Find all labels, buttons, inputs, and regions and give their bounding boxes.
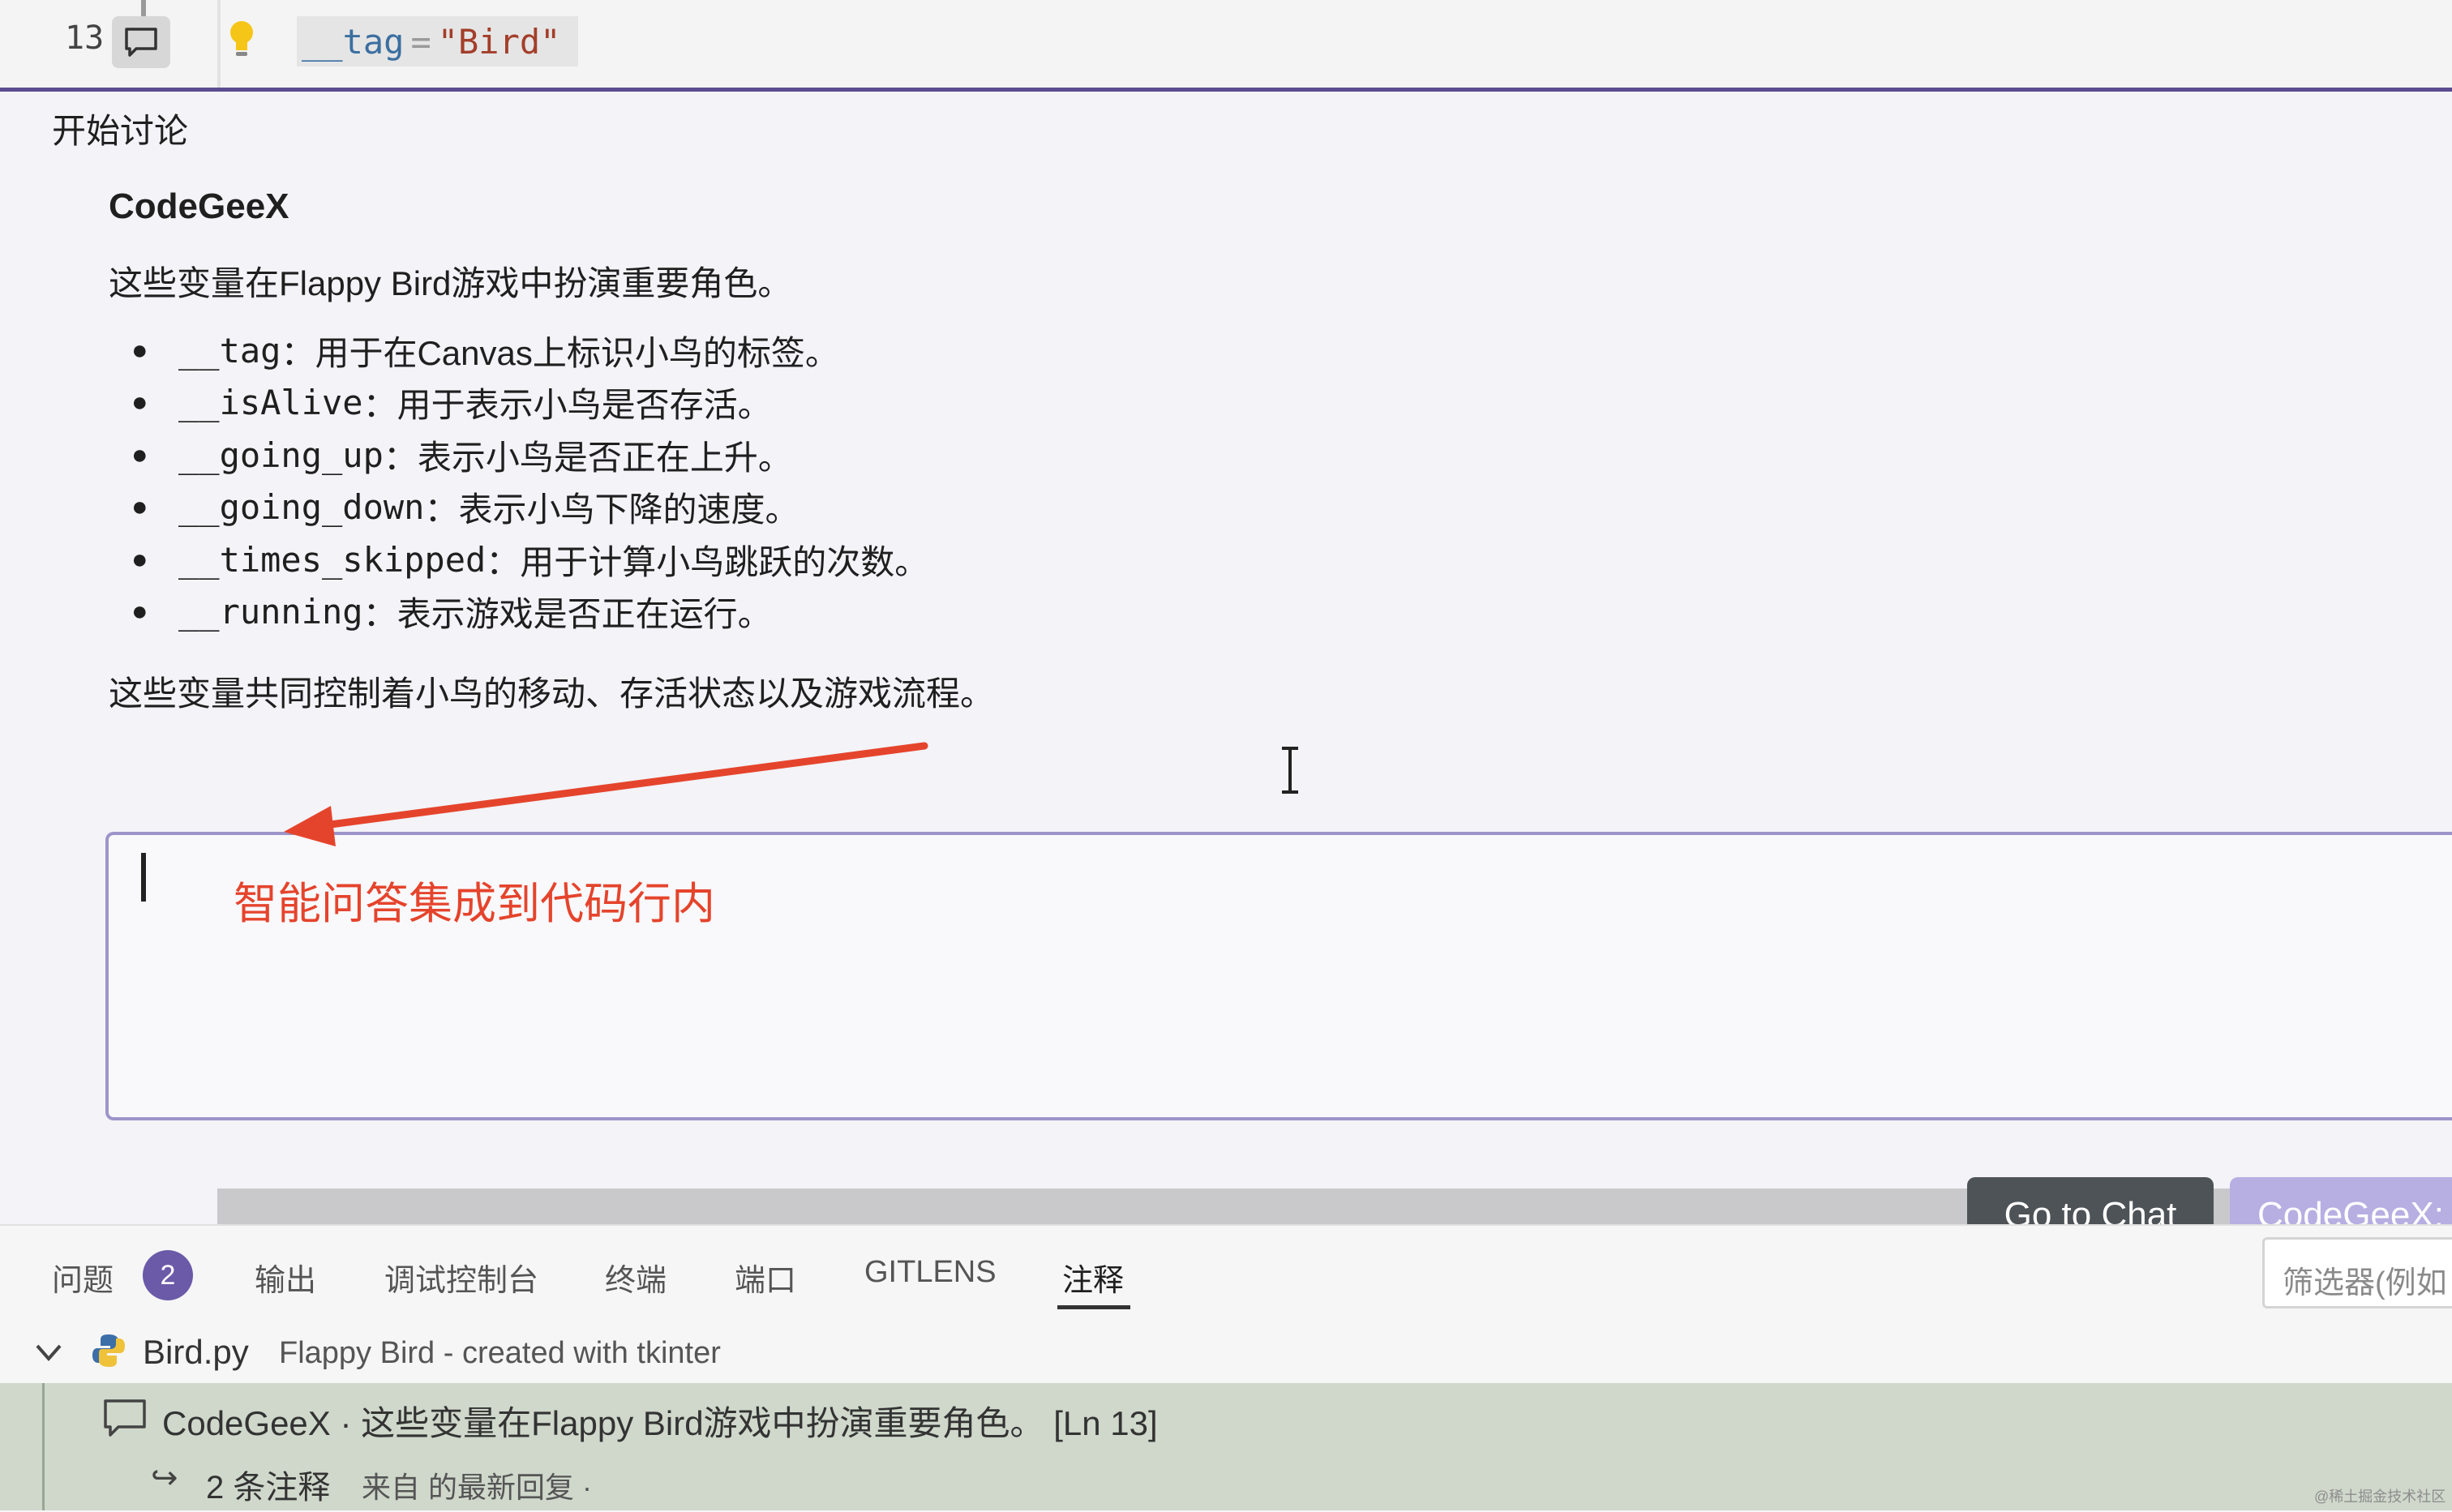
lightbulb-icon[interactable] [225, 18, 258, 63]
code-line[interactable]: __tag = "Bird" [297, 16, 579, 66]
tab-gitlens[interactable]: GITLENS [864, 1255, 997, 1290]
list-item: ● __isAlive ：用于表示小鸟是否存活。 [109, 377, 928, 430]
tab-comments[interactable]: 注释 [1062, 1255, 1124, 1300]
reply-arrow-icon: ↪ [151, 1460, 178, 1496]
bullet-icon: ● [131, 439, 148, 470]
comment-icon [104, 1399, 146, 1437]
variable-name: __tag [178, 330, 281, 371]
active-tab-indicator [1057, 1305, 1130, 1309]
tab-debug-console[interactable]: 调试控制台 [384, 1255, 538, 1300]
variable-desc: ：表示小鸟下降的速度。 [424, 490, 799, 529]
variable-desc: ：表示小鸟是否正在上升。 [383, 438, 792, 477]
list-item: ● __tag ：用于在Canvas上标识小鸟的标签。 [109, 324, 928, 377]
discussion-title: 开始讨论 [52, 112, 189, 150]
text-cursor-icon [1282, 747, 1298, 794]
comment-text: CodeGeeX · 这些变量在Flappy Bird游戏中扮演重要角色。 [L… [162, 1404, 1158, 1442]
variable-desc: ：用于在Canvas上标识小鸟的标签。 [281, 333, 839, 372]
variable-list: ● __tag ：用于在Canvas上标识小鸟的标签。 ● __isAlive ：用于表… [109, 324, 928, 638]
gutter-marker [141, 0, 146, 16]
bullet-icon: ● [131, 543, 148, 575]
comment-author: CodeGeeX [109, 186, 289, 226]
gutter-divider [217, 0, 221, 88]
code-string: "Bird" [437, 21, 561, 62]
variable-name: __running [178, 592, 363, 632]
tab-problems[interactable]: 问题 [52, 1255, 114, 1300]
variable-desc: ：表示游戏是否正在运行。 [362, 595, 772, 634]
filter-input[interactable]: 筛选器(例如 [2262, 1237, 2452, 1309]
tree-guide-line [42, 1383, 45, 1510]
variable-name: __going_up [178, 435, 384, 475]
chevron-down-icon[interactable] [32, 1336, 65, 1369]
tab-terminal[interactable]: 终端 [605, 1255, 667, 1300]
list-item: ● __going_down ：表示小鸟下降的速度。 [109, 482, 928, 534]
bullet-icon: ● [131, 334, 148, 366]
bullet-icon: ● [131, 491, 148, 523]
list-item: ● __going_up ：表示小鸟是否正在上升。 [109, 429, 928, 482]
reply-source: 来自 的最新回复 · [362, 1471, 592, 1504]
line-number: 13 [65, 19, 105, 57]
tab-ports[interactable]: 端口 [735, 1255, 796, 1300]
file-description: Flappy Bird - created with tkinter [279, 1336, 721, 1370]
variable-name: __isAlive [178, 383, 363, 423]
watermark: @稀土掘金技术社区 [2314, 1488, 2446, 1505]
annotation-label: 智能问答集成到代码行内 [234, 880, 715, 928]
variable-name: __going_down [178, 487, 425, 528]
list-item: ● __times_skipped ：用于计算小鸟跳跃的次数。 [109, 533, 928, 586]
bullet-icon: ● [131, 596, 148, 628]
variable-desc: ：用于计算小鸟跳跃的次数。 [486, 542, 929, 581]
bullet-icon: ● [131, 387, 148, 418]
list-item: ● __running ：表示游戏是否正在运行。 [109, 586, 928, 639]
variable-name: __times_skipped [178, 539, 487, 580]
reply-count: 2 条注释 [206, 1470, 331, 1506]
comment-icon [125, 28, 157, 57]
code-variable: __tag [302, 21, 405, 62]
variable-desc: ：用于表示小鸟是否存活。 [362, 386, 772, 425]
problems-count-badge: 2 [143, 1250, 193, 1300]
tab-output[interactable]: 输出 [255, 1255, 316, 1300]
text-caret [141, 853, 146, 902]
file-name[interactable]: Bird.py [143, 1333, 249, 1372]
comment-gutter-button[interactable] [112, 16, 170, 68]
comment-summary: 这些变量在Flappy Bird游戏中扮演重要角色。 [109, 264, 792, 302]
comment-conclusion: 这些变量共同控制着小鸟的移动、存活状态以及游戏流程。 [109, 675, 995, 713]
python-icon [92, 1334, 125, 1367]
code-operator: = [410, 21, 431, 62]
